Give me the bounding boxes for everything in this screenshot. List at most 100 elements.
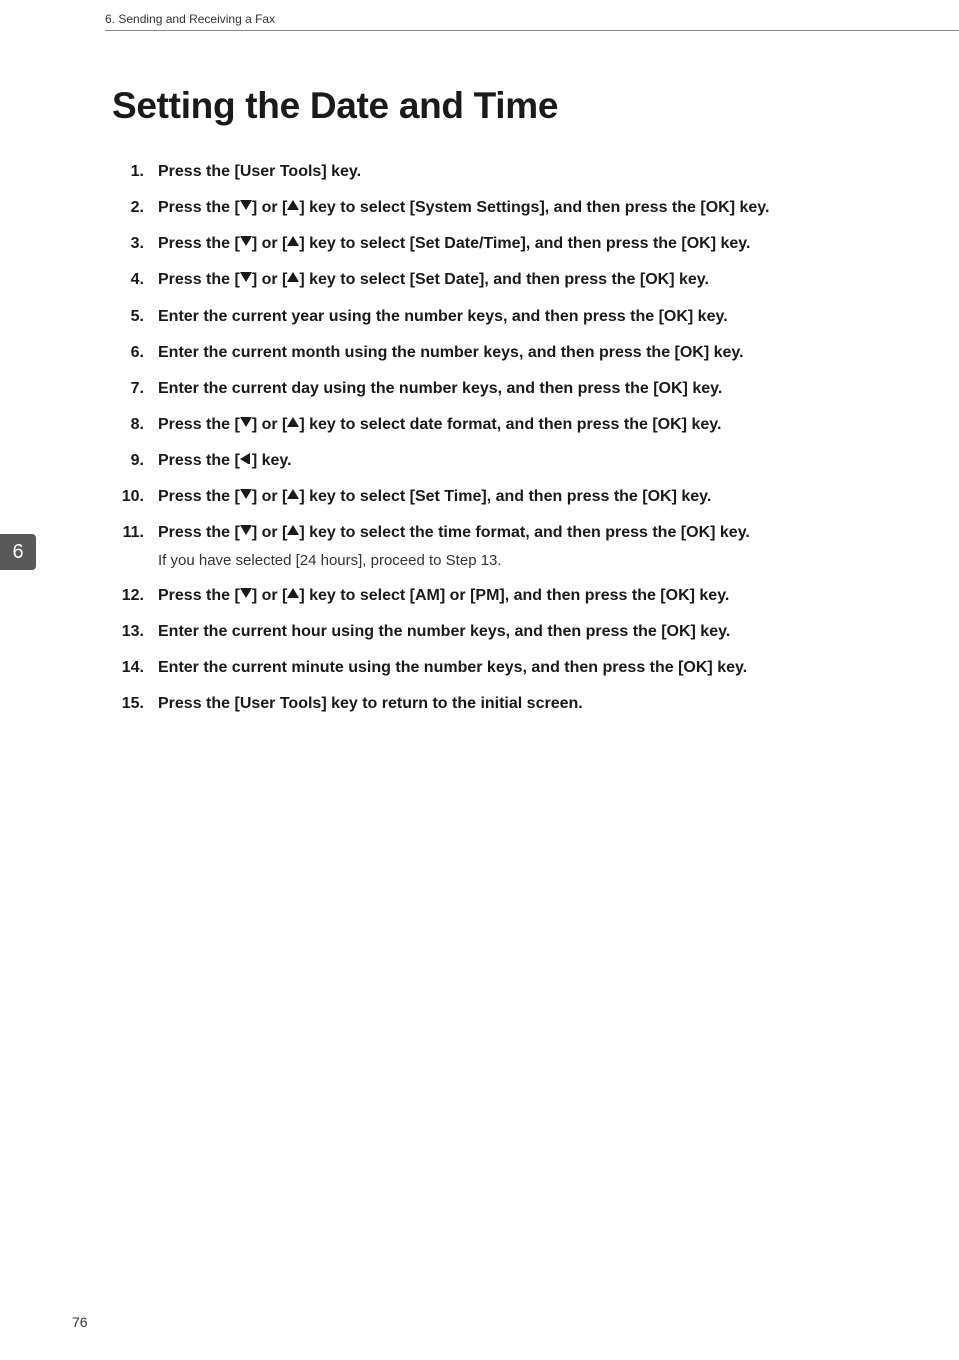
step-text: Press the [] or [] key to select [Set Da…: [158, 268, 899, 292]
step-number: 15.: [112, 692, 144, 716]
arrow-up-icon: [287, 195, 299, 219]
step-content: Enter the current day using the number k…: [144, 377, 899, 401]
step-text-segment: ] or [: [252, 488, 288, 505]
instruction-step: 8. Press the [ ] or [ ] key to select date …: [112, 413, 899, 437]
step-text-segment: ] or [: [252, 525, 288, 542]
step-text-segment: ] key to select [Set Date], and then pre…: [299, 272, 709, 289]
step-text-segment: ] or [: [252, 199, 288, 216]
arrow-up-icon: [287, 583, 299, 607]
step-text: Press the [ ] or [ ] key to select [Set Da…: [158, 232, 899, 256]
instruction-step: 5. Enter the current year using the numbe…: [112, 305, 899, 329]
step-text: Enter the current minute using the numbe…: [158, 656, 899, 680]
step-text-segment: Press the [: [158, 587, 240, 604]
step-number: 11.: [112, 521, 144, 572]
step-number: 7.: [112, 377, 144, 401]
header-rule: [105, 30, 959, 31]
instruction-step: 9. Press the [ ] key.: [112, 449, 899, 473]
step-text-segment: ] key to select date format, and then pr…: [299, 416, 721, 433]
step-text: Press the [User Tools] key.: [158, 160, 899, 184]
step-text: Enter the current month using the number…: [158, 341, 899, 365]
step-content: Press the [ ] or [ ] key to select [AM] or…: [144, 584, 899, 608]
step-text-segment: ] key to select the time format, and the…: [299, 525, 749, 542]
step-content: Enter the current hour using the number …: [144, 620, 899, 644]
step-text-segment: Press the [: [158, 416, 240, 433]
step-text-segment: ] or [: [252, 587, 288, 604]
arrow-up-icon: [287, 520, 299, 544]
instruction-step: 10.Press the [] or [] key to select [Set…: [112, 485, 899, 509]
step-number: 4.: [112, 268, 144, 292]
step-number: 3.: [112, 232, 144, 256]
step-content: Press the [ ] or [ ] key to select [System…: [144, 196, 899, 220]
step-number: 14.: [112, 656, 144, 680]
step-text: Press the [ ] or [ ] key to select date fo…: [158, 413, 899, 437]
step-text: Press the [User Tools] key to return to …: [158, 692, 899, 716]
step-text-segment: Press the [: [158, 272, 240, 289]
arrow-up-icon: [287, 231, 299, 255]
instruction-steps: 1.Press the [User Tools] key.2.Press the…: [112, 160, 899, 728]
arrow-down-icon: [240, 267, 252, 291]
arrow-down-icon: [240, 583, 252, 607]
step-text: Press the [] or [] key to select [Set Ti…: [158, 485, 899, 509]
arrow-up-icon: [287, 267, 299, 291]
step-text-segment: Press the [: [158, 452, 240, 469]
step-number: 2.: [112, 196, 144, 220]
step-text-segment: Enter the current year using the number …: [158, 308, 728, 325]
step-number: 12.: [112, 584, 144, 608]
step-number: 6.: [112, 341, 144, 365]
arrow-up-icon: [287, 412, 299, 436]
step-content: Press the [ ] or [ ] key to select the tim…: [144, 521, 899, 572]
instruction-step: 6. Enter the current month using the numb…: [112, 341, 899, 365]
instruction-step: 12. Press the [ ] or [ ] key to select [AM]…: [112, 584, 899, 608]
step-content: Enter the current year using the number …: [144, 305, 899, 329]
step-content: Press the [ ] key.: [144, 449, 899, 473]
step-text-segment: Press the [User Tools] key.: [158, 163, 361, 180]
page-number: 76: [72, 1314, 88, 1330]
step-content: Press the [] or [] key to select [Set Ti…: [144, 485, 899, 509]
step-text-segment: Enter the current month using the number…: [158, 344, 744, 361]
step-text: Enter the current hour using the number …: [158, 620, 899, 644]
instruction-step: 7. Enter the current day using the number…: [112, 377, 899, 401]
step-text-segment: Enter the current day using the number k…: [158, 380, 722, 397]
instruction-step: 14. Enter the current minute using the nu…: [112, 656, 899, 680]
step-number: 5.: [112, 305, 144, 329]
step-content: Press the [User Tools] key to return to …: [144, 692, 899, 716]
step-content: Press the [ ] or [ ] key to select [Set Da…: [144, 232, 899, 256]
step-number: 8.: [112, 413, 144, 437]
arrow-down-icon: [240, 520, 252, 544]
arrow-down-icon: [240, 412, 252, 436]
step-number: 9.: [112, 449, 144, 473]
step-text-segment: Press the [: [158, 235, 240, 252]
step-text-segment: ] key.: [252, 452, 292, 469]
instruction-step: 2. Press the [ ] or [ ] key to select [Syst…: [112, 196, 899, 220]
instruction-step: 15. Press the [User Tools] key to return …: [112, 692, 899, 716]
step-text-segment: Enter the current minute using the numbe…: [158, 659, 747, 676]
step-content: Enter the current month using the number…: [144, 341, 899, 365]
page-header-chapter: 6. Sending and Receiving a Fax: [105, 12, 275, 26]
step-text: Press the [ ] key.: [158, 449, 899, 473]
step-text-segment: ] or [: [252, 235, 288, 252]
step-text: Enter the current day using the number k…: [158, 377, 899, 401]
instruction-step: 3. Press the [ ] or [ ] key to select [Set …: [112, 232, 899, 256]
step-content: Enter the current minute using the numbe…: [144, 656, 899, 680]
step-text: Press the [ ] or [ ] key to select [AM] or…: [158, 584, 899, 608]
arrow-down-icon: [240, 231, 252, 255]
arrow-up-icon: [287, 484, 299, 508]
step-content: Press the [] or [] key to select [Set Da…: [144, 268, 899, 292]
step-text-segment: ] key to select [Set Date/Time], and the…: [299, 235, 750, 252]
step-text-segment: ] key to select [AM] or [PM], and then p…: [299, 587, 729, 604]
instruction-step: 1.Press the [User Tools] key.: [112, 160, 899, 184]
step-note: If you have selected [24 hours], proceed…: [158, 550, 899, 573]
step-text-segment: ] or [: [252, 416, 288, 433]
step-text-segment: Press the [: [158, 525, 240, 542]
page-title: Setting the Date and Time: [112, 85, 558, 127]
step-text-segment: ] key to select [System Settings], and t…: [299, 199, 769, 216]
step-text-segment: Press the [: [158, 199, 240, 216]
step-text: Enter the current year using the number …: [158, 305, 899, 329]
step-number: 13.: [112, 620, 144, 644]
arrow-left-icon: [240, 448, 252, 472]
instruction-step: 4. Press the [] or [] key to select [Set …: [112, 268, 899, 292]
step-content: Press the [ ] or [ ] key to select date fo…: [144, 413, 899, 437]
step-text: Press the [ ] or [ ] key to select the tim…: [158, 521, 899, 545]
arrow-down-icon: [240, 195, 252, 219]
step-text-segment: Enter the current hour using the number …: [158, 623, 730, 640]
